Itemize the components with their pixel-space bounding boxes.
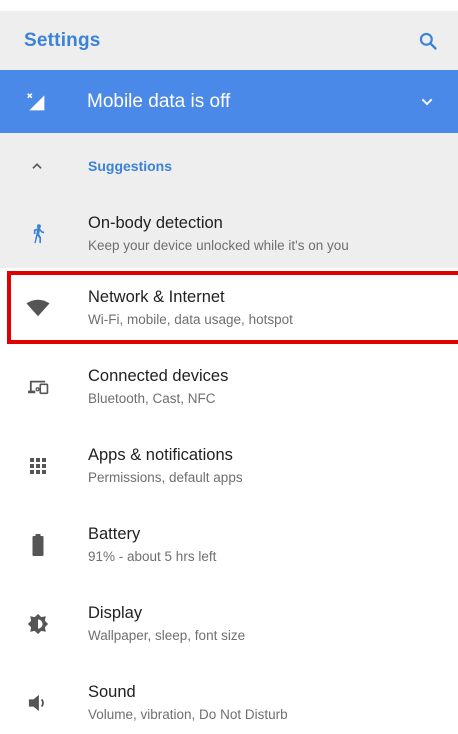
settings-item-title: Sound [88,683,136,701]
settings-item-subtitle: Permissions, default apps [88,470,243,485]
settings-item-title: Network & Internet [88,288,225,306]
suggestion-title: On-body detection [88,214,223,232]
suggestion-subtitle: Keep your device unlocked while it's on … [88,238,349,253]
app-bar: Settings [0,11,458,70]
settings-item-subtitle: 91% - about 5 hrs left [88,549,217,564]
expand-banner-button[interactable] [416,91,438,113]
suggestions-header[interactable]: Suggestions [0,133,458,199]
suggestions-section: Suggestions On-body detection Keep your … [0,133,458,268]
settings-item-title: Display [88,604,143,622]
suggestion-on-body-detection[interactable]: On-body detection Keep your device unloc… [0,199,458,268]
settings-item-network-internet[interactable]: Network & Internet Wi-Fi, mobile, data u… [0,268,458,347]
mobile-data-banner[interactable]: Mobile data is off [0,70,458,133]
settings-item-subtitle: Wi-Fi, mobile, data usage, hotspot [88,312,293,327]
devices-icon [28,380,49,394]
battery-icon [32,533,44,556]
wifi-icon [26,299,50,316]
search-button[interactable] [414,27,442,55]
settings-item-subtitle: Volume, vibration, Do Not Disturb [88,707,288,722]
settings-item-subtitle: Bluetooth, Cast, NFC [88,391,216,406]
page-title: Settings [24,29,101,51]
settings-item-title: Connected devices [88,367,229,385]
apps-grid-icon [30,457,46,474]
chevron-up-icon [32,163,42,169]
chevron-down-icon [421,98,433,105]
signal-off-icon [27,92,45,110]
search-icon [419,32,437,50]
volume-icon [28,694,44,711]
suggestions-title: Suggestions [88,158,173,174]
settings-item-sound[interactable]: Sound Volume, vibration, Do Not Disturb [0,663,458,734]
top-cropped-caption [0,0,458,11]
collapse-suggestions-button[interactable] [28,157,46,175]
brightness-icon [27,613,49,634]
settings-item-title: Battery [88,525,141,543]
settings-item-battery[interactable]: Battery 91% - about 5 hrs left [0,505,458,584]
settings-item-connected-devices[interactable]: Connected devices Bluetooth, Cast, NFC [0,347,458,426]
settings-item-apps-notifications[interactable]: Apps & notifications Permissions, defaul… [0,426,458,505]
settings-item-display[interactable]: Display Wallpaper, sleep, font size [0,584,458,663]
settings-item-subtitle: Wallpaper, sleep, font size [88,628,246,643]
banner-text: Mobile data is off [87,90,231,112]
walking-person-icon [33,223,44,243]
settings-item-title: Apps & notifications [88,446,233,464]
